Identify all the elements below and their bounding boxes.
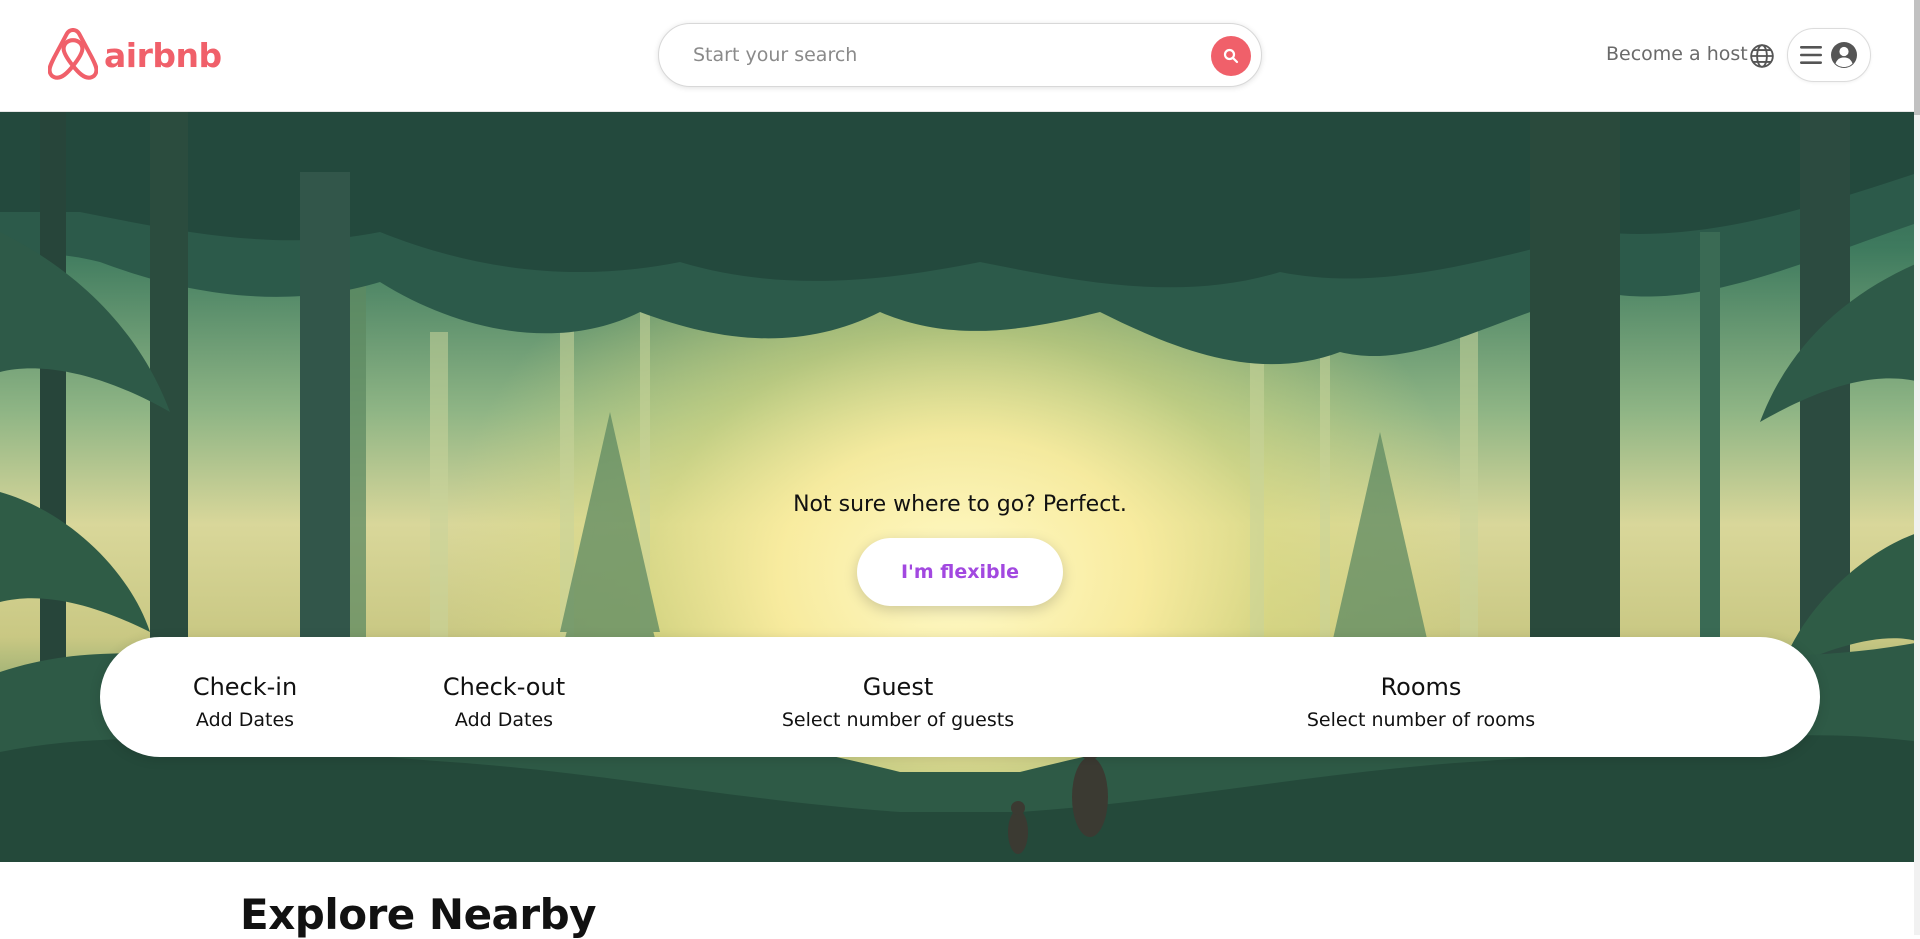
search-bar[interactable] — [658, 23, 1262, 87]
im-flexible-button[interactable]: I'm flexible — [857, 538, 1063, 606]
search-input[interactable] — [693, 44, 1173, 66]
rooms-field[interactable]: Rooms Select number of rooms — [1296, 673, 1546, 731]
scrollbar-thumb[interactable] — [1914, 0, 1920, 115]
hero-tagline: Not sure where to go? Perfect. — [793, 492, 1127, 517]
checkout-label: Check-out — [442, 673, 566, 701]
brand-name: airbnb — [104, 35, 222, 75]
guest-field[interactable]: Guest Select number of guests — [776, 673, 1020, 731]
booking-bar: Check-in Add Dates Check-out Add Dates G… — [100, 637, 1820, 757]
hero-banner: Not sure where to go? Perfect. I'm flexi… — [0, 112, 1920, 862]
search-icon — [1223, 48, 1239, 64]
hamburger-menu-icon — [1800, 46, 1822, 64]
airbnb-logo-icon — [48, 28, 98, 80]
explore-nearby-heading: Explore Nearby — [240, 890, 597, 939]
checkin-field[interactable]: Check-in Add Dates — [184, 673, 306, 731]
globe-icon[interactable] — [1749, 43, 1775, 69]
guest-value: Select number of guests — [781, 709, 1015, 731]
checkin-label: Check-in — [192, 673, 298, 701]
page-scrollbar[interactable] — [1914, 0, 1920, 935]
guest-label: Guest — [862, 673, 934, 701]
user-avatar-icon — [1831, 42, 1857, 68]
checkin-value: Add Dates — [195, 709, 295, 731]
checkout-value: Add Dates — [454, 709, 554, 731]
checkout-field[interactable]: Check-out Add Dates — [438, 673, 570, 731]
top-header: airbnb Become a host — [0, 0, 1920, 112]
brand-logo[interactable]: airbnb — [48, 28, 222, 82]
user-menu-button[interactable] — [1787, 28, 1871, 82]
rooms-label: Rooms — [1380, 673, 1462, 701]
become-host-link[interactable]: Become a host — [1606, 43, 1748, 65]
search-button[interactable] — [1211, 36, 1251, 76]
rooms-value: Select number of rooms — [1306, 709, 1536, 731]
